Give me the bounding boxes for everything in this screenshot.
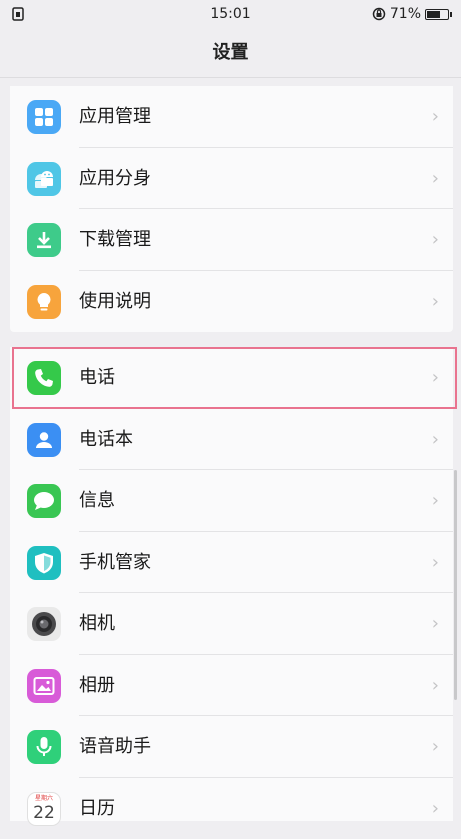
calendar-icon: 星期六22 [27,792,61,826]
rotation-lock-icon [372,7,386,21]
settings-item-gallery[interactable]: 相册 › [10,655,453,717]
settings-item-label: 电话 [79,347,115,409]
chevron-right-icon: › [432,593,439,655]
calendar-day: 22 [33,803,55,823]
settings-group-system-apps: 电话›电话本›信息›手机管家›相机›相册›语音助手›星期六22日历› [10,347,453,821]
settings-item-label: 手机管家 [79,532,151,594]
android-clone-icon [27,162,61,196]
lightbulb-icon [27,285,61,319]
calendar-weekday: 星期六 [35,795,53,803]
page-title: 设置 [0,30,461,78]
settings-item-label: 相机 [79,593,115,655]
chevron-right-icon: › [432,209,439,271]
settings-item-label: 日历 [79,778,115,839]
chevron-right-icon: › [432,532,439,594]
chevron-right-icon: › [432,470,439,532]
settings-item-calendar[interactable]: 星期六22 日历 › [10,778,453,839]
chevron-right-icon: › [432,778,439,839]
chevron-right-icon: › [432,271,439,333]
microphone-icon [27,730,61,764]
app-grid-icon [27,100,61,134]
message-icon [27,484,61,518]
settings-item-lightbulb[interactable]: 使用说明 › [10,271,453,333]
settings-item-app-grid[interactable]: 应用管理 › [10,86,453,148]
settings-item-label: 电话本 [79,409,133,471]
settings-item-camera[interactable]: 相机 › [10,593,453,655]
settings-item-label: 信息 [79,470,115,532]
chevron-right-icon: › [432,409,439,471]
phone-icon [27,361,61,395]
shield-icon [27,546,61,580]
chevron-right-icon: › [432,655,439,717]
settings-item-label: 应用分身 [79,148,151,210]
settings-group-apps: 应用管理 › 应用分身 › 下载管理 › 使用说明 › [10,86,453,332]
settings-item-android-clone[interactable]: 应用分身 › [10,148,453,210]
battery-percent: 71% [390,6,421,22]
settings-item-shield[interactable]: 手机管家 › [10,532,453,594]
settings-item-message[interactable]: 信息 › [10,470,453,532]
scrollbar[interactable] [454,470,457,700]
contacts-icon [27,423,61,457]
settings-item-label: 相册 [79,655,115,717]
settings-item-download[interactable]: 下载管理 › [10,209,453,271]
settings-item-microphone[interactable]: 语音助手 › [10,716,453,778]
settings-item-label: 应用管理 [79,86,151,148]
chevron-right-icon: › [432,347,439,409]
camera-icon [27,607,61,641]
gallery-icon [27,669,61,703]
chevron-right-icon: › [432,148,439,210]
battery-icon [425,9,449,20]
settings-item-label: 语音助手 [79,716,151,778]
status-bar: 15:01 71% [0,0,461,30]
chevron-right-icon: › [432,86,439,148]
settings-item-label: 使用说明 [79,271,151,333]
download-icon [27,223,61,257]
settings-item-phone[interactable]: 电话 › [10,347,453,409]
settings-item-label: 下载管理 [79,209,151,271]
chevron-right-icon: › [432,716,439,778]
settings-item-contacts[interactable]: 电话本 › [10,409,453,471]
